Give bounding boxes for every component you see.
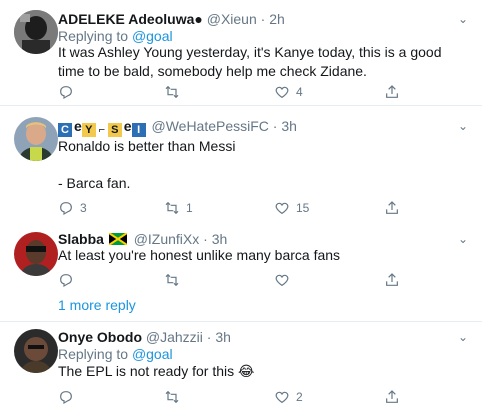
jamaica-flag-icon (108, 233, 127, 245)
chevron-down-icon[interactable]: ⌄ (458, 230, 468, 248)
display-name[interactable]: Onye Obodo (58, 329, 142, 345)
tweet-wehatepessifc[interactable]: Ce Y ⌐ Se I @WeHatePessiFC · 3h ⌄ Ronaldo is… (0, 106, 482, 224)
avatar[interactable] (14, 117, 58, 161)
replying-to: Replying to @goal (58, 346, 173, 362)
retweet-icon (165, 390, 179, 404)
tweet-slabba[interactable]: Slabba @IZunfiXx · 3h ⌄ At least you're … (0, 224, 482, 322)
show-more-replies-link[interactable]: 1 more reply (58, 296, 136, 314)
tweet-text: The EPL is not ready for this 😂 (58, 363, 255, 379)
chevron-down-icon[interactable]: ⌄ (458, 328, 468, 346)
handle-and-time[interactable]: @WeHatePessiFC · 3h (151, 118, 296, 134)
retweet-icon (165, 85, 179, 99)
reply-icon (60, 274, 72, 288)
display-name[interactable]: ADELEKE Adeoluwa● (58, 11, 203, 27)
chevron-down-icon[interactable]: ⌄ (458, 117, 468, 135)
tweet-text-line-1: Ronaldo is better than Messi (58, 138, 236, 154)
share-icon (386, 85, 398, 98)
share-icon (386, 201, 398, 214)
share-button[interactable] (384, 200, 400, 216)
retweet-button[interactable] (164, 389, 186, 405)
like-button[interactable]: 2 (274, 389, 303, 405)
heart-icon (275, 86, 289, 99)
reply-button[interactable] (58, 389, 80, 405)
display-name[interactable]: Ce Y ⌐ Se I (58, 118, 151, 137)
tweet-text-line-2: - Barca fan. (58, 175, 131, 191)
heart-icon (275, 274, 289, 287)
tweet-adeleke[interactable]: ADELEKE Adeoluwa● @Xieun · 2h ⌄ Replying… (0, 0, 482, 106)
reply-button[interactable] (58, 84, 80, 100)
handle-and-time[interactable]: @Jahzzii · 3h (146, 329, 231, 345)
tweet-text: It was Ashley Young yesterday, it's Kany… (58, 44, 442, 79)
reply-button[interactable] (58, 272, 80, 288)
mention-link[interactable]: @goal (132, 346, 173, 362)
like-button[interactable]: 15 (274, 200, 309, 216)
display-name[interactable]: Slabba (58, 231, 104, 247)
handle-and-time[interactable]: @IZunfiXx · 3h (134, 231, 228, 247)
reply-icon (60, 391, 72, 405)
avatar[interactable] (14, 329, 58, 373)
avatar[interactable] (14, 10, 58, 54)
reply-button[interactable]: 3 (58, 200, 87, 216)
retweet-button[interactable] (164, 84, 186, 100)
tweet-header: Onye Obodo @Jahzzii · 3h (58, 328, 231, 346)
tweet-actions: 4 (58, 84, 408, 100)
tweet-actions: 2 (58, 389, 408, 405)
tweet-text: At least you're honest unlike many barca… (58, 247, 341, 263)
tweet-header: ADELEKE Adeoluwa● @Xieun · 2h (58, 10, 285, 28)
retweet-button[interactable] (164, 272, 186, 288)
avatar[interactable] (14, 232, 58, 276)
tweet-actions: 3 1 15 (58, 200, 408, 216)
retweet-button[interactable]: 1 (164, 200, 193, 216)
share-icon (386, 390, 398, 403)
handle-and-time[interactable]: @Xieun · 2h (207, 11, 285, 27)
heart-icon (275, 202, 289, 215)
tweet-header: Ce Y ⌐ Se I @WeHatePessiFC · 3h (58, 117, 297, 137)
tweet-onye-obodo[interactable]: Onye Obodo @Jahzzii · 3h ⌄ Replying to @… (0, 322, 482, 417)
share-button[interactable] (384, 272, 400, 288)
like-button[interactable]: 4 (274, 84, 303, 100)
mention-link[interactable]: @goal (132, 28, 173, 44)
share-button[interactable] (384, 84, 400, 100)
share-button[interactable] (384, 389, 400, 405)
tweet-actions (58, 272, 408, 288)
retweet-icon (165, 273, 179, 287)
chevron-down-icon[interactable]: ⌄ (458, 10, 468, 28)
reply-icon (60, 86, 72, 100)
heart-icon (275, 391, 289, 404)
retweet-icon (165, 201, 179, 215)
like-button[interactable] (274, 272, 296, 288)
share-icon (386, 273, 398, 286)
reply-icon (60, 202, 72, 216)
